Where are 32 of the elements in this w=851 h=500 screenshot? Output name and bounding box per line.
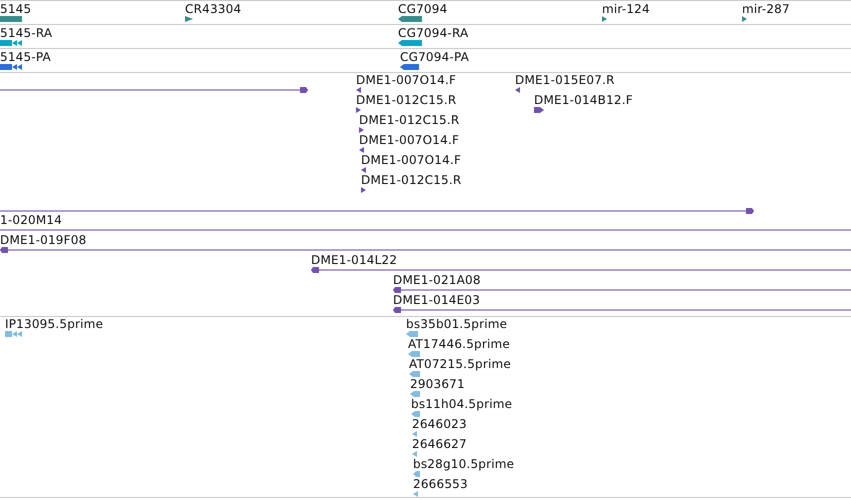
feature-label: 2646627 xyxy=(412,438,467,450)
feature-label: CR43304 xyxy=(185,3,242,15)
feature-label: DME1-014L22 xyxy=(311,254,398,266)
feature-label: DME1-014B12.F xyxy=(534,94,633,106)
feature-label: bs28g10.5prime xyxy=(413,458,514,470)
feature-label: bs11h04.5prime xyxy=(411,398,512,410)
feature-label: DME1-014E03 xyxy=(393,294,480,306)
feature-label: CG7094 xyxy=(398,3,448,15)
feature-label: bs35b01.5prime xyxy=(406,318,508,330)
feature-label: DME1-007O14.F xyxy=(356,74,456,86)
feature-label: DME1-012C15.R xyxy=(359,114,460,126)
feature-label: DME1-012C15.R xyxy=(361,174,462,186)
feature-label: CG7094-PA xyxy=(400,51,470,63)
feature-label: 5145-RA xyxy=(0,27,52,39)
feature-label: DME1-021A08 xyxy=(393,274,481,286)
feature-label: IP13095.5prime xyxy=(5,318,104,330)
feature-label: 5145-PA xyxy=(0,51,51,63)
feature-label: DME1-012C15.R xyxy=(356,94,456,106)
feature-label: AT07215.5prime xyxy=(409,358,511,370)
feature-label: DME1-019F08 xyxy=(0,234,86,246)
feature-label: 2646023 xyxy=(412,418,467,430)
feature-label: mir-287 xyxy=(742,3,790,15)
feature-label: DME1-007O14.F xyxy=(361,154,462,166)
feature-label: DME1-015E07.R xyxy=(515,74,615,86)
feature-label: 1-020M14 xyxy=(0,214,62,226)
feature-label: CG7094-RA xyxy=(398,27,468,39)
feature-label: 2666553 xyxy=(413,478,468,490)
feature-label: DME1-007O14.F xyxy=(359,134,460,146)
feature-label: 2903671 xyxy=(410,378,465,390)
feature-label: 5145 xyxy=(0,3,32,15)
feature-label: mir-124 xyxy=(602,3,650,15)
feature-label: AT17446.5prime xyxy=(408,338,510,350)
